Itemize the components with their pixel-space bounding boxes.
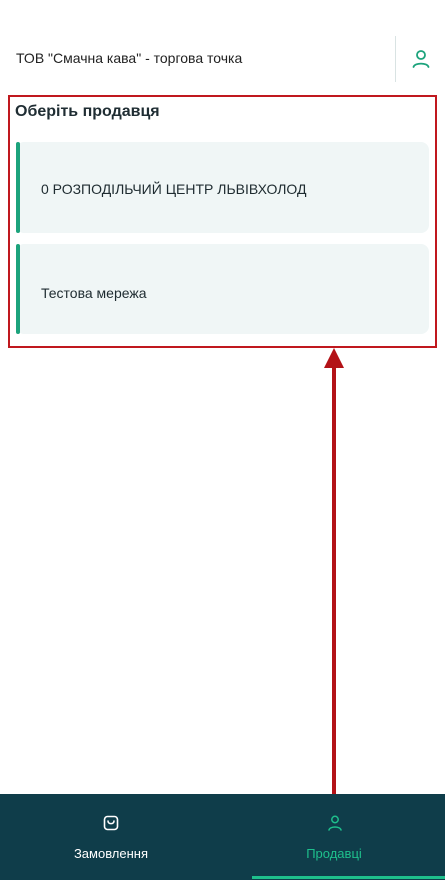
annotation-arrow	[278, 348, 392, 878]
seller-card[interactable]: Тестова мережа	[16, 244, 429, 334]
select-seller-heading: Оберіть продавця	[15, 103, 160, 120]
store-title: ТОВ "Смачна кава" - торгова точка	[16, 50, 243, 66]
card-accent-bar	[16, 142, 20, 233]
tab-orders-label: Замовлення	[73, 846, 149, 861]
user-icon[interactable]	[410, 48, 432, 70]
header-divider	[395, 36, 396, 82]
seller-card[interactable]: 0 РОЗПОДІЛЬЧИЙ ЦЕНТР ЛЬВІВХОЛОД	[16, 142, 429, 233]
active-tab-indicator	[252, 876, 445, 879]
bottom-tab-bar: Замовлення Продавці	[0, 794, 445, 880]
seller-name: 0 РОЗПОДІЛЬЧИЙ ЦЕНТР ЛЬВІВХОЛОД	[41, 181, 307, 197]
shopping-bag-icon	[103, 815, 119, 831]
user-icon	[328, 815, 342, 831]
tab-sellers[interactable]: Продавці	[223, 794, 445, 880]
seller-name: Тестова мережа	[41, 285, 147, 301]
card-accent-bar	[16, 244, 20, 334]
tab-orders[interactable]: Замовлення	[0, 794, 222, 880]
app-header: ТОВ "Смачна кава" - торгова точка	[0, 0, 445, 88]
tab-sellers-label: Продавці	[306, 846, 362, 861]
